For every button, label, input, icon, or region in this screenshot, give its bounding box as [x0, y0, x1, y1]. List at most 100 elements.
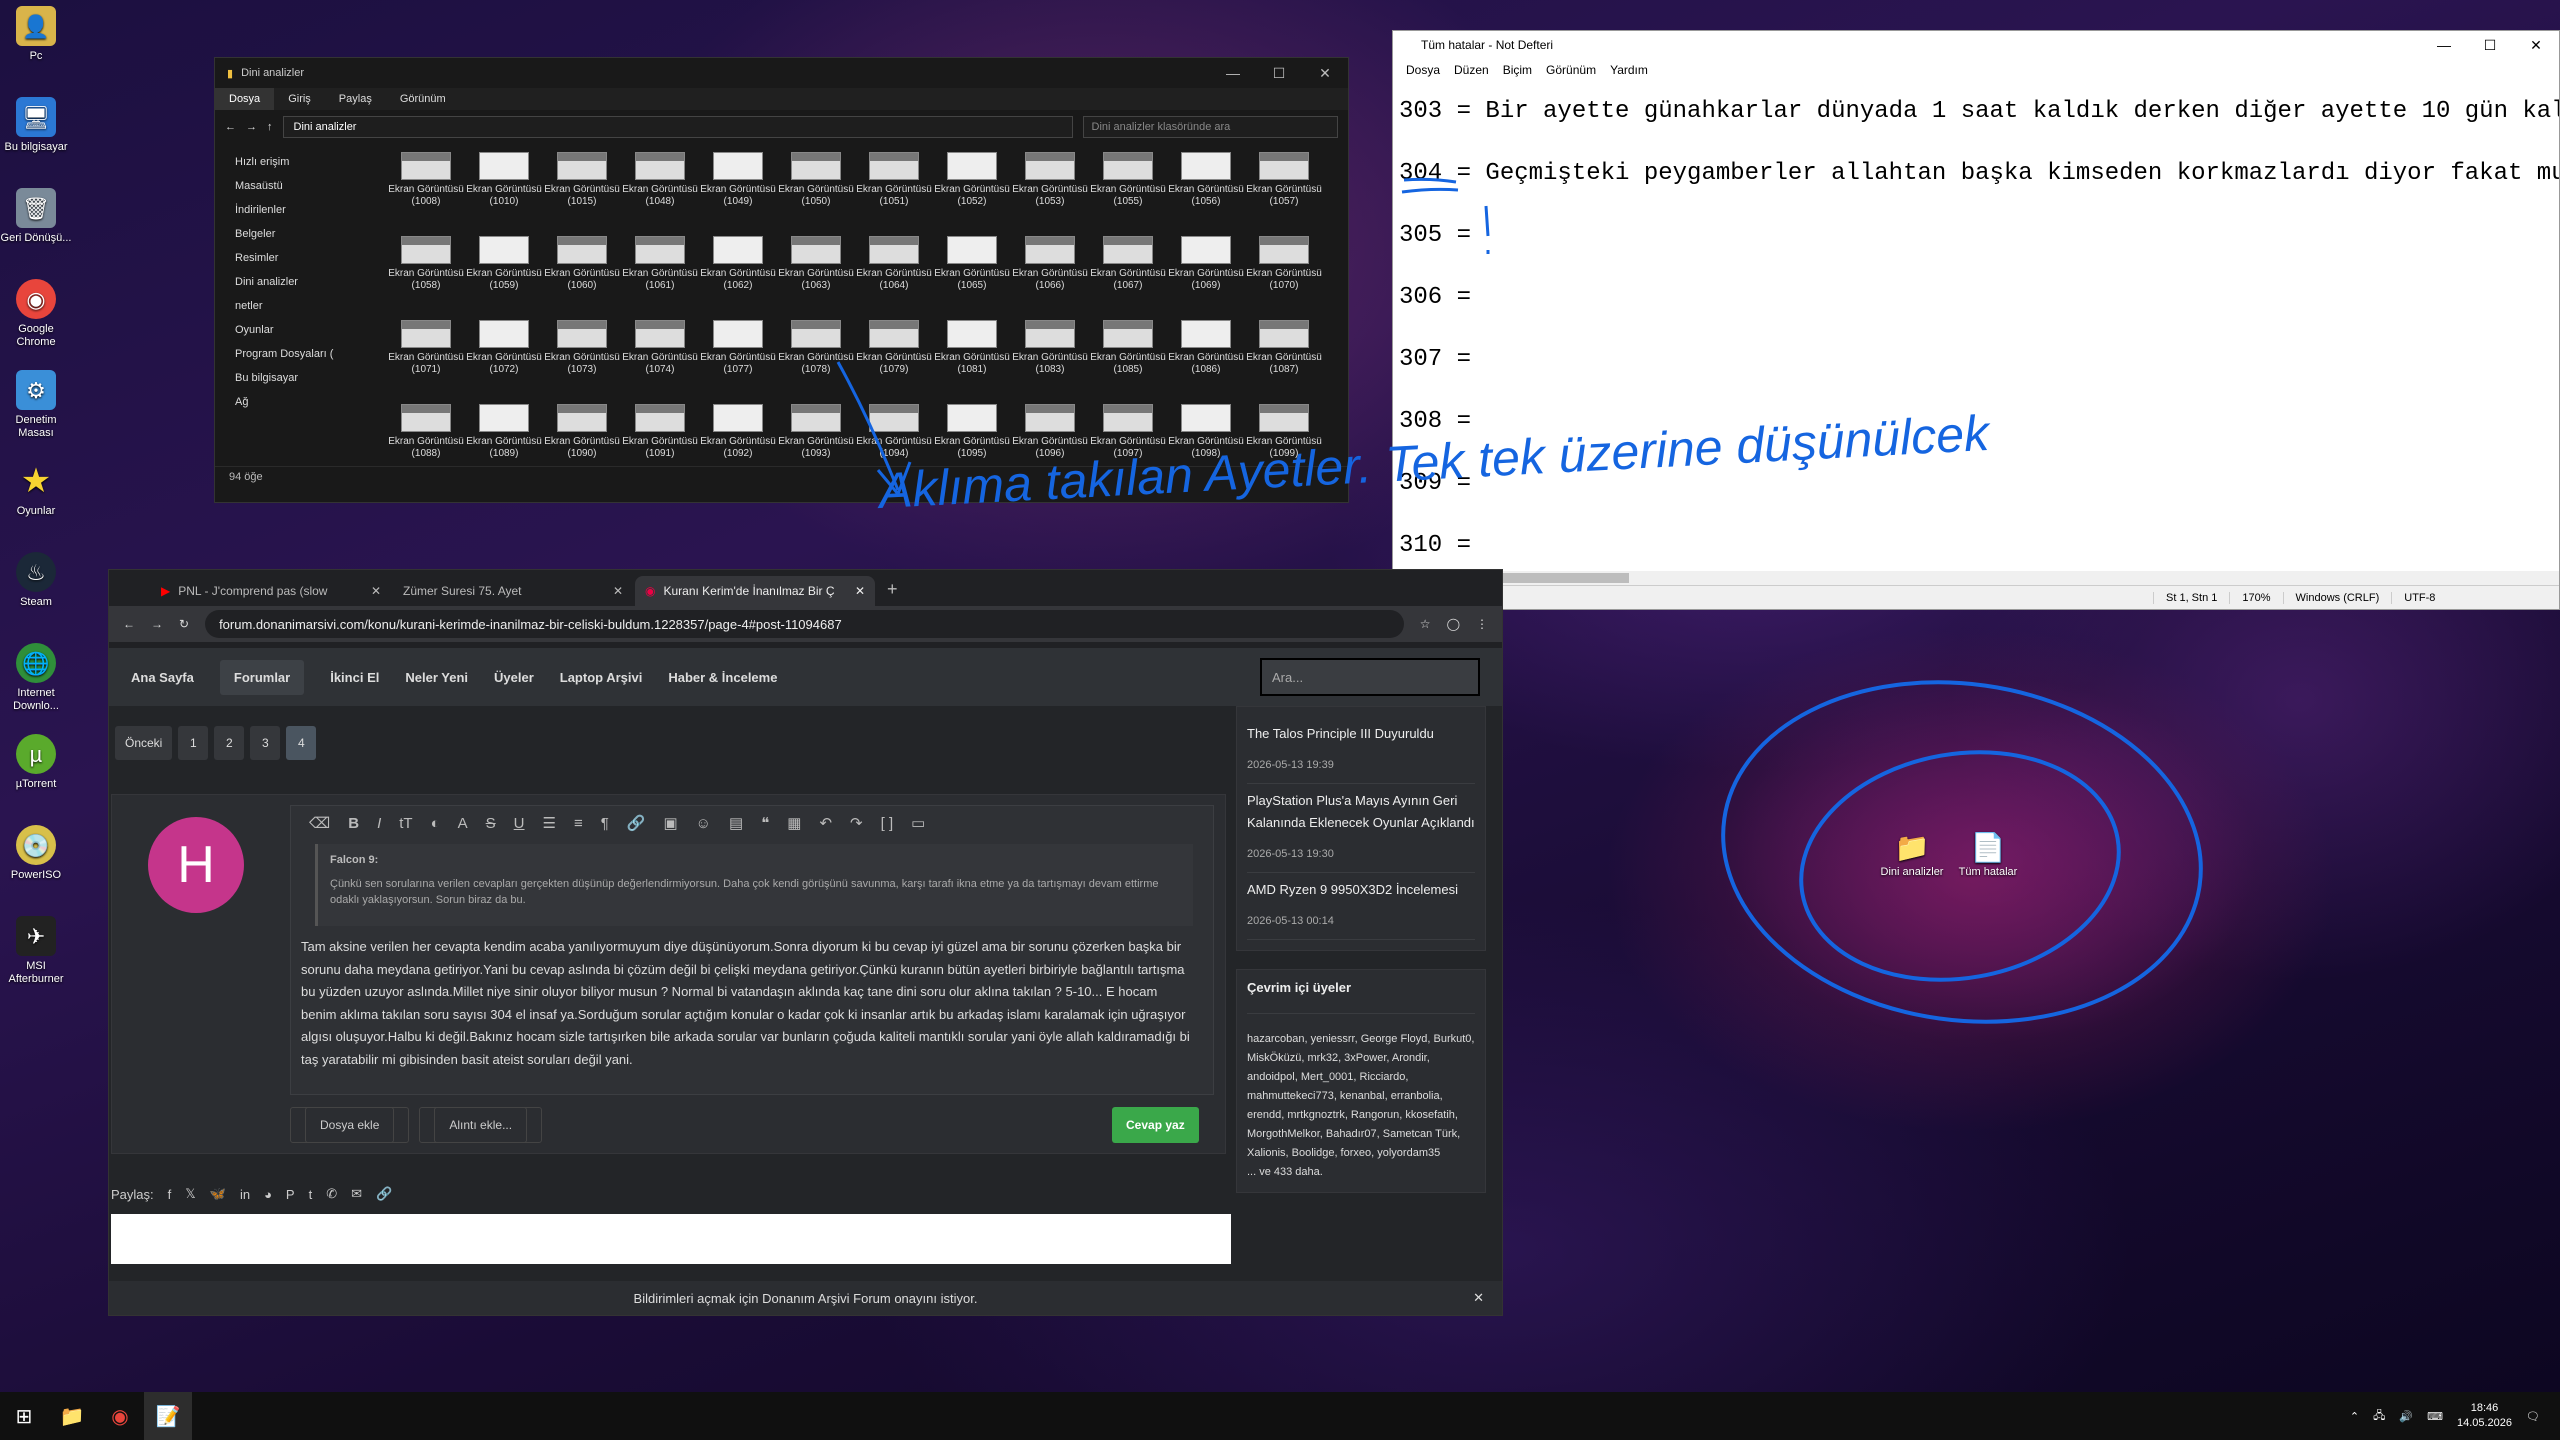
- file-thumbnail[interactable]: Ekran Görüntüsü (1072): [465, 318, 543, 402]
- news-item[interactable]: PlayStation Plus'a Mayıs Ayının Geri Kal…: [1247, 784, 1475, 873]
- file-thumbnail[interactable]: Ekran Görüntüsü (1010): [465, 150, 543, 234]
- file-thumbnail[interactable]: Ekran Görüntüsü (1083): [1011, 318, 1089, 402]
- nav-item[interactable]: Hızlı erişim: [235, 150, 375, 174]
- notepad-menu-item[interactable]: Yardım: [1603, 63, 1655, 77]
- attach-file-button[interactable]: Dosya ekle: [290, 1107, 410, 1143]
- up-arrow-icon[interactable]: ↑: [267, 121, 273, 133]
- x-icon[interactable]: 𝕏: [185, 1186, 195, 1202]
- ribbon-tab-home[interactable]: Giriş: [274, 88, 325, 110]
- pinterest-icon[interactable]: P: [286, 1187, 295, 1202]
- paragraph-icon[interactable]: ¶: [601, 815, 609, 832]
- back-arrow-icon[interactable]: ←: [123, 617, 135, 631]
- file-thumbnail[interactable]: Ekran Görüntüsü (1095): [933, 402, 1011, 466]
- file-thumbnail[interactable]: Ekran Görüntüsü (1008): [387, 150, 465, 234]
- back-arrow-icon[interactable]: ←: [225, 121, 236, 133]
- text-size-icon[interactable]: tT: [399, 815, 412, 832]
- page-button[interactable]: 3: [250, 726, 281, 760]
- file-thumbnail[interactable]: Ekran Görüntüsü (1015): [543, 150, 621, 234]
- code-icon[interactable]: [ ]: [881, 815, 894, 832]
- site-nav-item[interactable]: Üyeler: [494, 670, 534, 685]
- desktop-icon-poweriso[interactable]: 💿 PowerISO: [0, 819, 72, 910]
- close-tab-icon[interactable]: ✕: [855, 584, 865, 598]
- preview-icon[interactable]: ▭: [911, 814, 925, 832]
- nav-item[interactable]: Program Dosyaları (: [235, 342, 375, 366]
- ribbon-tab-file[interactable]: Dosya: [215, 88, 275, 110]
- bookmark-star-icon[interactable]: ☆: [1420, 617, 1431, 631]
- desktop-icon-games[interactable]: ★ Oyunlar: [0, 455, 72, 546]
- horizontal-scrollbar[interactable]: [1407, 571, 2559, 585]
- nav-item[interactable]: netler: [235, 294, 375, 318]
- desktop-icon-chrome[interactable]: ◉ Google Chrome: [0, 273, 72, 364]
- whatsapp-icon[interactable]: ✆: [326, 1186, 337, 1202]
- ribbon-tab-share[interactable]: Paylaş: [325, 88, 386, 110]
- nav-item[interactable]: Oyunlar: [235, 318, 375, 342]
- bold-icon[interactable]: B: [348, 815, 359, 832]
- reddit-icon[interactable]: ◕: [264, 1187, 272, 1202]
- minimize-button[interactable]: —: [2421, 31, 2467, 59]
- desktop-icon-msi-afterburner[interactable]: ✈ MSI Afterburner: [0, 910, 72, 1001]
- editor-body-text[interactable]: Tam aksine verilen her cevapta kendim ac…: [291, 926, 1213, 1071]
- forward-arrow-icon[interactable]: →: [151, 617, 163, 631]
- file-thumbnail[interactable]: Ekran Görüntüsü (1092): [699, 402, 777, 466]
- tab-zumer[interactable]: Zümer Suresi 75. Ayet ✕: [393, 576, 633, 606]
- maximize-button[interactable]: ☐: [1256, 58, 1302, 88]
- file-thumbnail[interactable]: Ekran Görüntüsü (1077): [699, 318, 777, 402]
- notepad-menu-item[interactable]: Dosya: [1399, 63, 1447, 77]
- file-thumbnail[interactable]: Ekran Görüntüsü (1056): [1167, 150, 1245, 234]
- tab-pnl[interactable]: ▶ PNL - J'comprend pas (slow ✕: [151, 576, 391, 606]
- desktop-icon-this-pc[interactable]: 🖥 Bu bilgisayar: [0, 91, 72, 182]
- notepad-menu-item[interactable]: Biçim: [1496, 63, 1539, 77]
- close-icon[interactable]: ✕: [1473, 1290, 1484, 1306]
- undo-icon[interactable]: ↶: [819, 814, 832, 832]
- file-thumbnail[interactable]: Ekran Görüntüsü (1088): [387, 402, 465, 466]
- file-thumbnail[interactable]: Ekran Görüntüsü (1061): [621, 234, 699, 318]
- underline-icon[interactable]: U: [514, 815, 525, 832]
- file-thumbnail[interactable]: Ekran Görüntüsü (1097): [1089, 402, 1167, 466]
- file-thumbnail[interactable]: Ekran Görüntüsü (1055): [1089, 150, 1167, 234]
- site-nav-item[interactable]: Haber & İnceleme: [668, 670, 777, 685]
- file-thumbnail[interactable]: Ekran Görüntüsü (1078): [777, 318, 855, 402]
- linkedin-icon[interactable]: in: [240, 1187, 250, 1202]
- strike-icon[interactable]: S: [486, 815, 496, 832]
- file-thumbnail[interactable]: Ekran Görüntüsü (1063): [777, 234, 855, 318]
- file-thumbnail[interactable]: Ekran Görüntüsü (1069): [1167, 234, 1245, 318]
- rich-text-editor[interactable]: ⌫ B ItT ◐ A S U ☰ ≡ ¶ 🔗 ▣ ☺ ▤ ❝ ▦ ↶ ↷ [ ] ▭ Falcon 9: Çünkü…: [290, 805, 1214, 1095]
- close-button[interactable]: ✕: [2513, 31, 2559, 59]
- link-icon[interactable]: 🔗: [627, 814, 646, 832]
- email-icon[interactable]: ✉: [351, 1186, 362, 1202]
- minimize-button[interactable]: —: [1210, 58, 1256, 88]
- file-thumbnail[interactable]: Ekran Görüntüsü (1098): [1167, 402, 1245, 466]
- nav-item[interactable]: Dini analizler: [235, 270, 375, 294]
- desktop-icon-idm[interactable]: 🌐 Internet Downlo...: [0, 637, 72, 728]
- page-button[interactable]: 2: [214, 726, 245, 760]
- file-thumbnail[interactable]: Ekran Görüntüsü (1086): [1167, 318, 1245, 402]
- desktop-icon-recycle-bin[interactable]: 🗑 Geri Dönüşü...: [0, 182, 72, 273]
- facebook-icon[interactable]: f: [168, 1187, 172, 1202]
- color-icon[interactable]: ◐: [431, 815, 440, 832]
- close-button[interactable]: ✕: [1302, 58, 1348, 88]
- nav-item[interactable]: İndirilenler: [235, 198, 375, 222]
- site-nav-item[interactable]: İkinci El: [330, 670, 379, 685]
- tumblr-icon[interactable]: t: [309, 1187, 313, 1202]
- file-thumbnail[interactable]: Ekran Görüntüsü (1074): [621, 318, 699, 402]
- volume-icon[interactable]: 🔊: [2399, 1410, 2413, 1423]
- file-thumbnail[interactable]: Ekran Görüntüsü (1099): [1245, 402, 1323, 466]
- nav-item[interactable]: Resimler: [235, 246, 375, 270]
- page-button[interactable]: 1: [178, 726, 209, 760]
- quote-icon[interactable]: ❝: [761, 814, 769, 832]
- file-thumbnail[interactable]: Ekran Görüntüsü (1096): [1011, 402, 1089, 466]
- language-icon[interactable]: ⌨: [2427, 1410, 2443, 1423]
- nav-item[interactable]: Ağ: [235, 390, 375, 414]
- desktop-icon-control-panel[interactable]: ⚙ Denetim Masası: [0, 364, 72, 455]
- site-nav-item[interactable]: Ana Sayfa: [131, 670, 194, 685]
- emoji-icon[interactable]: ☺: [696, 815, 711, 832]
- file-thumbnail[interactable]: Ekran Görüntüsü (1057): [1245, 150, 1323, 234]
- file-thumbnail[interactable]: Ekran Görüntüsü (1090): [543, 402, 621, 466]
- start-windows-icon[interactable]: ⊞: [0, 1392, 48, 1440]
- desktop-icon-pc[interactable]: 👤 Pc: [0, 0, 72, 91]
- file-thumbnail[interactable]: Ekran Görüntüsü (1051): [855, 150, 933, 234]
- chevron-up-icon[interactable]: ⌃: [2350, 1410, 2359, 1423]
- explorer-search-input[interactable]: Dini analizler klasöründe ara: [1082, 116, 1338, 138]
- file-thumbnail[interactable]: Ekran Görüntüsü (1050): [777, 150, 855, 234]
- file-explorer-icon[interactable]: 📁: [48, 1392, 96, 1440]
